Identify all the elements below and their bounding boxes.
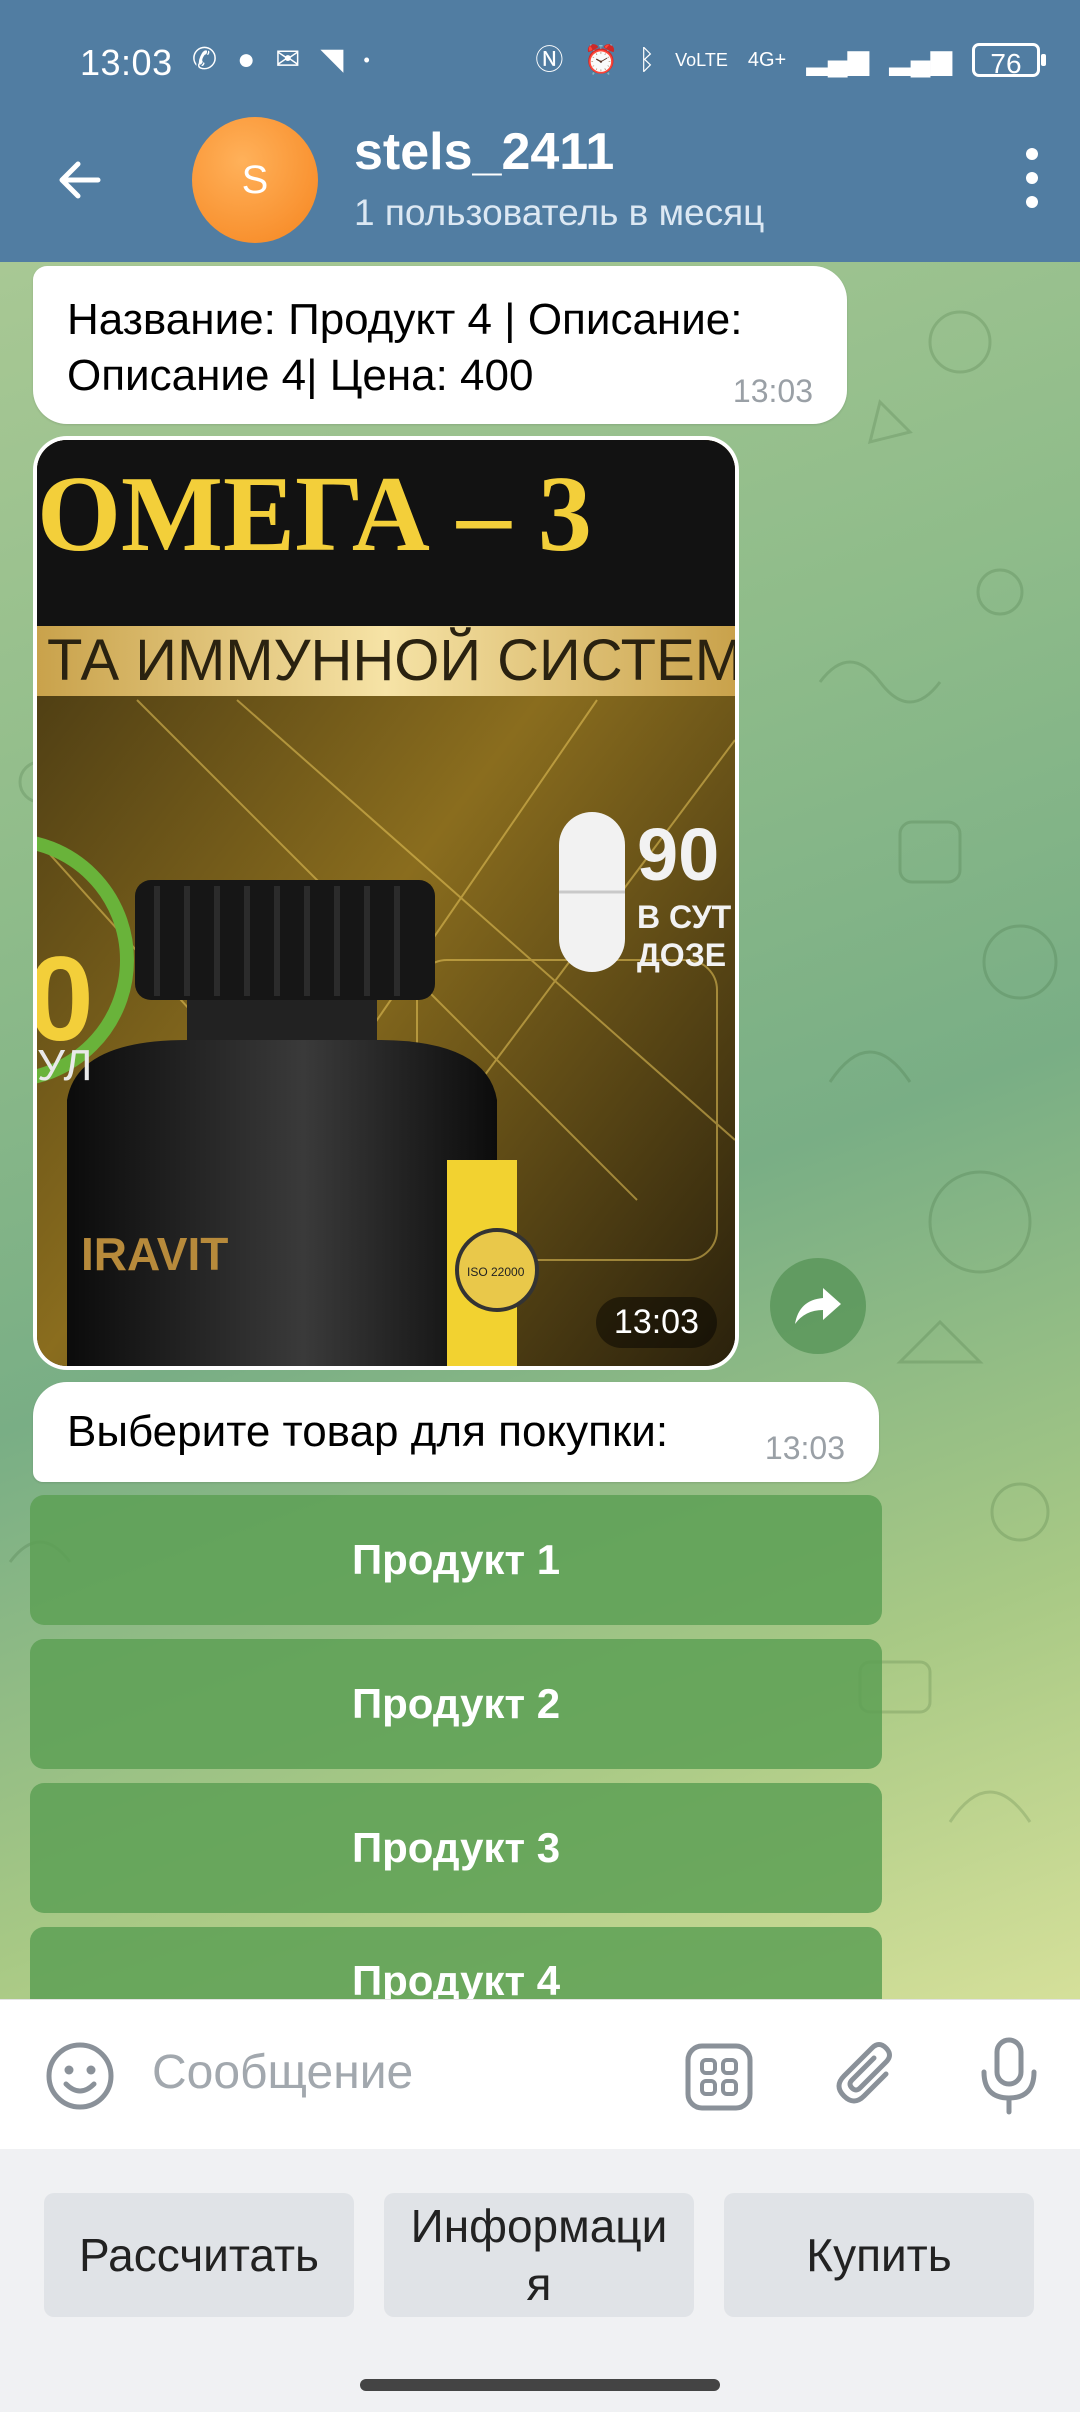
- photo-message[interactable]: ОМЕГА – 3 ТА ИММУННОЙ СИСТЕМ 90 В СУТ ДО…: [33, 436, 739, 1370]
- status-bar: 13:03 ✆ ● ✉ ◥ • Ⓝ ⏰ ᛒ VoLTE 4G+ ▂▄▆ ▂▄▆ …: [0, 0, 1080, 120]
- chat-subtitle: 1 пользователь в месяц: [354, 192, 765, 233]
- message-input-bar: [0, 1999, 1080, 2150]
- more-options-icon[interactable]: [1012, 148, 1052, 208]
- reply-button-info[interactable]: Информаци я: [384, 2193, 694, 2317]
- image-brand: IRAVIT: [81, 1228, 228, 1280]
- reply-button-calculate[interactable]: Рассчитать: [44, 2193, 354, 2317]
- reply-keyboard: Рассчитать Информаци я Купить: [0, 2149, 1080, 2412]
- mail-icon: ✉: [275, 43, 301, 76]
- message-field[interactable]: [150, 2044, 654, 2101]
- message-input[interactable]: [150, 2044, 654, 2101]
- message-time: 13:03: [764, 1430, 845, 1466]
- image-seal-text: ISO 22000: [467, 1265, 525, 1279]
- bot-menu-icon[interactable]: [684, 2042, 754, 2112]
- volte-icon: VoLTE: [675, 50, 728, 70]
- image-side-line2: ДОЗЕ: [637, 937, 726, 973]
- status-time: 13:03: [80, 42, 173, 83]
- signal-icon-2: ▂▄▆: [889, 44, 952, 75]
- message-bubble[interactable]: Название: Продукт 4 | Описание: Описание…: [33, 266, 847, 424]
- nfc-icon: Ⓝ: [535, 44, 564, 75]
- avatar[interactable]: S: [192, 117, 318, 243]
- attach-paperclip-icon[interactable]: [832, 2040, 906, 2114]
- chat-bubble-icon: ●: [237, 43, 256, 76]
- image-side-line1: В СУТ: [637, 899, 732, 935]
- whatsapp-icon: ✆: [192, 43, 218, 76]
- chat-area[interactable]: Название: Продукт 4 | Описание: Описание…: [0, 262, 1080, 1999]
- gesture-home-bar[interactable]: [360, 2379, 720, 2391]
- inline-button-product-3[interactable]: Продукт 3: [30, 1783, 882, 1913]
- image-big-number: 90: [637, 813, 719, 896]
- forward-share-icon[interactable]: [770, 1258, 866, 1354]
- signal-icon: ▂▄▆: [806, 44, 870, 75]
- dot-icon: •: [363, 50, 370, 70]
- system-icons: Ⓝ ⏰ ᛒ VoLTE 4G+ ▂▄▆ ▂▄▆ 76: [535, 42, 1046, 79]
- bluetooth-icon: ᛒ: [638, 44, 656, 75]
- product-image[interactable]: ОМЕГА – 3 ТА ИММУННОЙ СИСТЕМ 90 В СУТ ДО…: [37, 440, 735, 1366]
- inline-button-product-2[interactable]: Продукт 2: [30, 1639, 882, 1769]
- emoji-icon[interactable]: [44, 2040, 116, 2112]
- microphone-icon[interactable]: [974, 2036, 1044, 2116]
- notification-icons: ✆ ● ✉ ◥ •: [192, 42, 370, 78]
- app-header-bar: 13:03 ✆ ● ✉ ◥ • Ⓝ ⏰ ᛒ VoLTE 4G+ ▂▄▆ ▂▄▆ …: [0, 0, 1080, 262]
- inline-button-product-4[interactable]: Продукт 4: [30, 1927, 882, 1999]
- message-text: Название: Продукт 4 | Описание: Описание…: [67, 295, 743, 400]
- reply-button-buy[interactable]: Купить: [724, 2193, 1034, 2317]
- inline-button-product-1[interactable]: Продукт 1: [30, 1495, 882, 1625]
- photo-time: 13:03: [595, 1297, 717, 1348]
- image-heading-text: ОМЕГА – 3: [37, 455, 592, 574]
- rss-icon: ◥: [320, 43, 344, 76]
- image-banner-text: ТА ИММУННОЙ СИСТЕМ: [47, 628, 735, 693]
- alarm-icon: ⏰: [583, 44, 619, 75]
- battery-icon: 76: [972, 43, 1046, 79]
- message-bubble[interactable]: Выберите товар для покупки: 13:03: [33, 1382, 879, 1482]
- network-type: 4G+: [747, 49, 787, 71]
- image-left-label: УЛ: [37, 1041, 92, 1090]
- back-arrow-icon[interactable]: [50, 150, 110, 210]
- message-time: 13:03: [732, 373, 813, 409]
- chat-title[interactable]: stels_2411: [354, 122, 614, 182]
- message-text: Выберите товар для покупки:: [67, 1407, 669, 1456]
